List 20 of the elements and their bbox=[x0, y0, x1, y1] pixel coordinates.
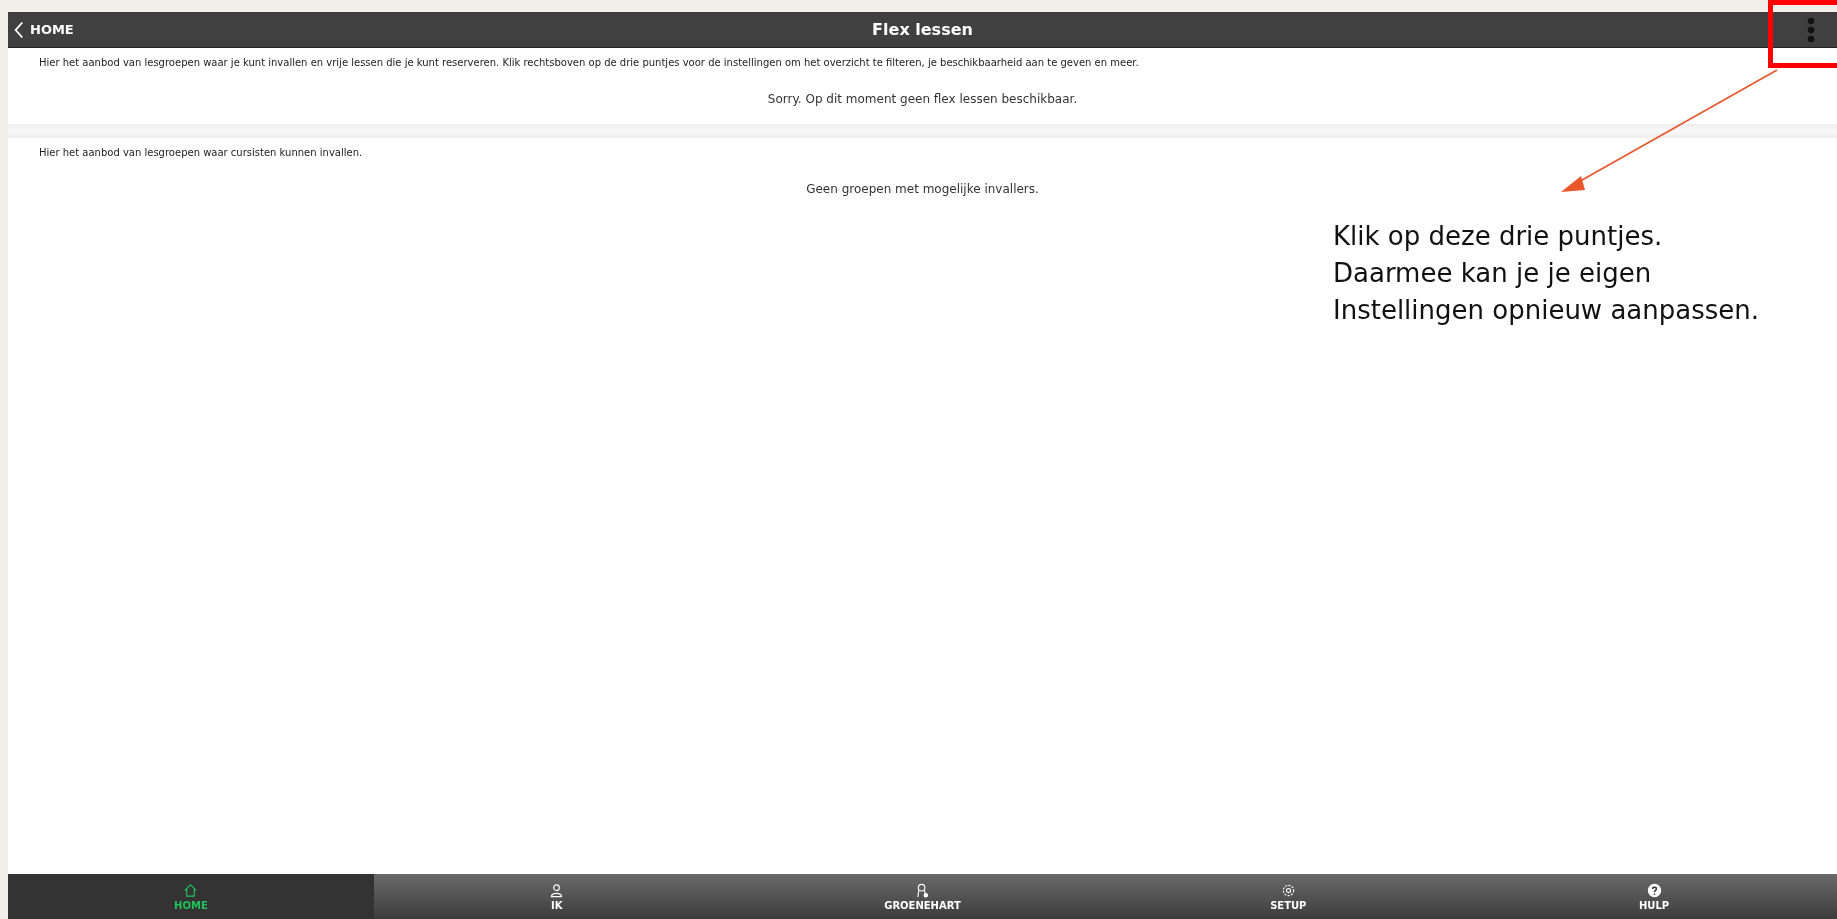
annotation-text: Klik op deze drie puntjes. Daarmee kan je je eigen Instellingen opnieuw aanpassen. bbox=[1333, 220, 1759, 327]
empty-message: Geen groepen met mogelijke invallers. bbox=[805, 182, 1040, 196]
chevron-left-icon bbox=[14, 20, 24, 39]
page-title: Flex lessen bbox=[872, 20, 973, 39]
intro-text: Hier het aanbod van lesgroepen waar je kunt invallen en vrije lessen die je kunt reserveren. Klik rechtsboven op de drie puntjes voor de instellingen om het overzicht te filteren, je beschikbaarheid aan te geven en meer. bbox=[38, 56, 1140, 70]
home-icon bbox=[183, 882, 199, 898]
more-options-icon[interactable] bbox=[1807, 16, 1815, 43]
intro-text: Hier het aanbod van lesgroepen waar cursisten kunnen invallen. bbox=[38, 146, 364, 160]
empty-message: Sorry. Op dit moment geen flex lessen beschikbaar. bbox=[766, 92, 1079, 106]
help-icon bbox=[1646, 882, 1662, 898]
settings-icon bbox=[1280, 882, 1296, 898]
nav-tab[interactable]: HULP bbox=[1471, 874, 1837, 919]
highlight-frame bbox=[1768, 0, 1837, 68]
nav-tab[interactable]: IK bbox=[373, 874, 740, 919]
nav-tab[interactable]: GROENEHART bbox=[739, 874, 1106, 919]
nav-tab[interactable]: HOME bbox=[8, 874, 374, 919]
nav-tab[interactable]: SETUP bbox=[1105, 874, 1472, 919]
back-button[interactable]: HOME bbox=[8, 12, 80, 47]
person-pin-icon bbox=[915, 882, 930, 898]
person-icon bbox=[549, 882, 565, 898]
